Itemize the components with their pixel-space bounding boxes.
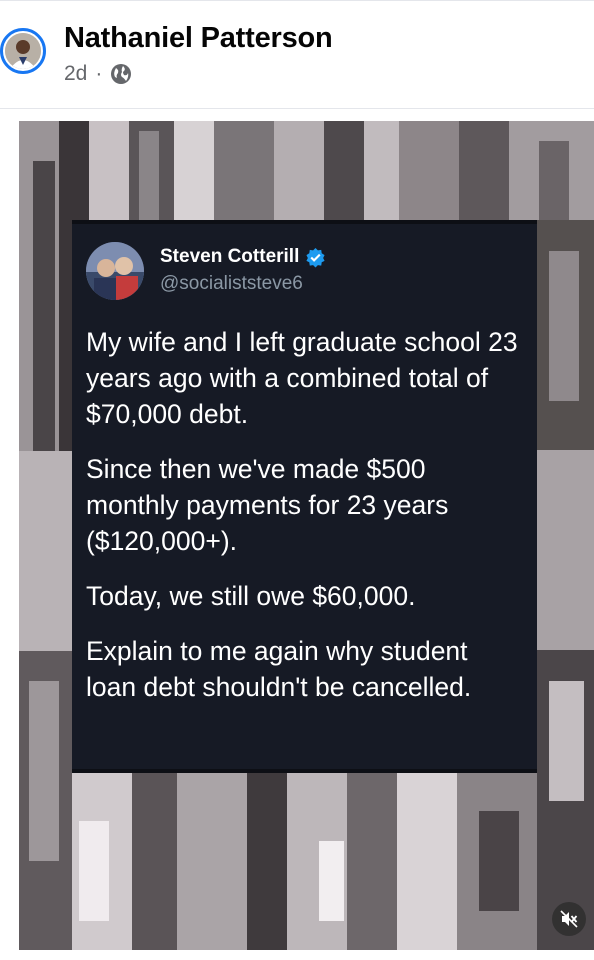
author-avatar[interactable]	[0, 28, 46, 74]
tweet-author-name: Steven Cotterill	[160, 246, 326, 268]
post-meta: 2d ·	[64, 62, 132, 86]
tweet-handle: @socialiststeve6	[160, 273, 303, 294]
meta-separator: ·	[95, 62, 103, 85]
author-name[interactable]: Nathaniel Patterson	[64, 22, 333, 55]
post-timestamp[interactable]: 2d	[64, 62, 87, 86]
tweet-paragraph: Since then we've made $500 monthly payme…	[86, 454, 449, 556]
tweet-text: My wife and I left graduate school 23 ye…	[86, 324, 521, 705]
tweet-header: Steven Cotterill @socialiststeve6	[86, 242, 521, 312]
tweet-card: Steven Cotterill @socialiststeve6 My wif…	[72, 220, 537, 773]
avatar-photo	[5, 33, 41, 69]
muted-speaker-icon	[560, 910, 578, 928]
tweet-author-name-text: Steven Cotterill	[160, 246, 300, 267]
mute-button[interactable]	[552, 902, 586, 936]
post-header: Nathaniel Patterson 2d ·	[0, 0, 594, 108]
tweet-paragraph: Explain to me again why student loan deb…	[86, 636, 472, 702]
header-divider	[0, 108, 594, 109]
video-player[interactable]: Steven Cotterill @socialiststeve6 My wif…	[19, 121, 594, 950]
tweet-paragraph: My wife and I left graduate school 23 ye…	[86, 327, 518, 429]
verified-badge-icon	[306, 247, 325, 268]
tweet-paragraph: Today, we still owe $60,000.	[86, 581, 416, 611]
globe-icon[interactable]	[110, 63, 132, 85]
tweet-avatar	[86, 242, 144, 300]
